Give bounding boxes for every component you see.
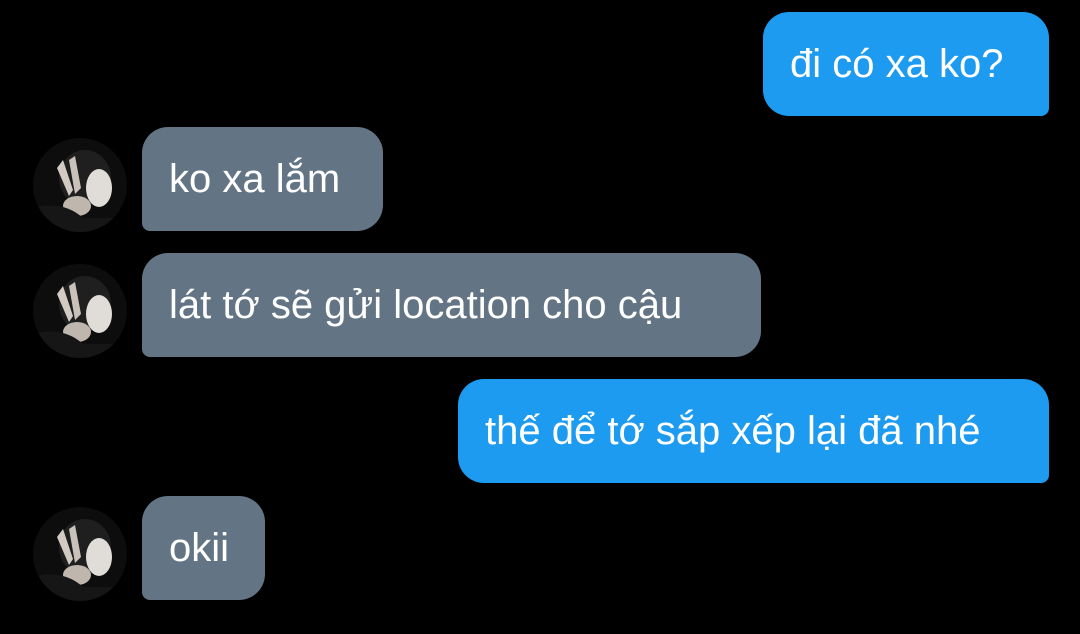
- contact-avatar-icon[interactable]: [33, 507, 127, 601]
- message-text: đi có xa ko?: [790, 41, 1004, 86]
- message-thread[interactable]: đi có xa ko? ko xa lắm lát tớ sẽ gửi loc…: [0, 0, 1080, 634]
- contact-avatar-icon[interactable]: [33, 264, 127, 358]
- incoming-message-bubble[interactable]: lát tớ sẽ gửi location cho cậu: [142, 253, 761, 357]
- outgoing-message-bubble[interactable]: đi có xa ko?: [763, 12, 1049, 116]
- incoming-message-bubble[interactable]: ko xa lắm: [142, 127, 383, 231]
- message-text: thế để tớ sắp xếp lại đã nhé: [485, 408, 981, 453]
- message-text: okii: [169, 525, 230, 570]
- message-text: lát tớ sẽ gửi location cho cậu: [169, 282, 683, 327]
- message-text: ko xa lắm: [169, 156, 341, 201]
- contact-avatar-icon[interactable]: [33, 138, 127, 232]
- incoming-message-bubble[interactable]: okii: [142, 496, 265, 600]
- outgoing-message-bubble[interactable]: thế để tớ sắp xếp lại đã nhé: [458, 379, 1049, 483]
